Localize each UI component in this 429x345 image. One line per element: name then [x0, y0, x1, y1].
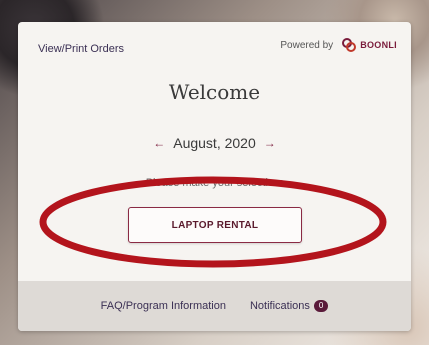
laptop-rental-button[interactable]: LAPTOP RENTAL	[128, 207, 302, 243]
next-month-arrow-icon[interactable]: →	[264, 136, 276, 150]
current-month: August, 2020	[173, 135, 256, 151]
faq-program-info-link[interactable]: FAQ/Program Information	[101, 300, 226, 312]
view-print-orders-link[interactable]: View/Print Orders	[38, 43, 124, 55]
powered-by-label: Powered by	[280, 39, 334, 51]
page-title: Welcome	[168, 80, 261, 104]
notifications-label: Notifications	[249, 300, 310, 312]
selection-prompt: Please make your selection:	[145, 177, 284, 189]
card-footer: FAQ/Program Information Notifications 0	[18, 281, 411, 331]
boonli-logo-icon	[341, 37, 357, 53]
powered-by: Powered by BOONLI	[280, 37, 397, 53]
brand-name: BOONLI	[360, 40, 397, 50]
prev-month-arrow-icon[interactable]: ←	[153, 136, 165, 150]
welcome-card: View/Print Orders Powered by BOONLI Welc…	[18, 22, 411, 331]
card-header: View/Print Orders Powered by BOONLI	[18, 22, 411, 72]
notifications-count-badge: 0	[313, 300, 329, 312]
month-navigator: ← August, 2020 →	[18, 135, 411, 151]
notifications-link[interactable]: Notifications 0	[249, 300, 329, 312]
